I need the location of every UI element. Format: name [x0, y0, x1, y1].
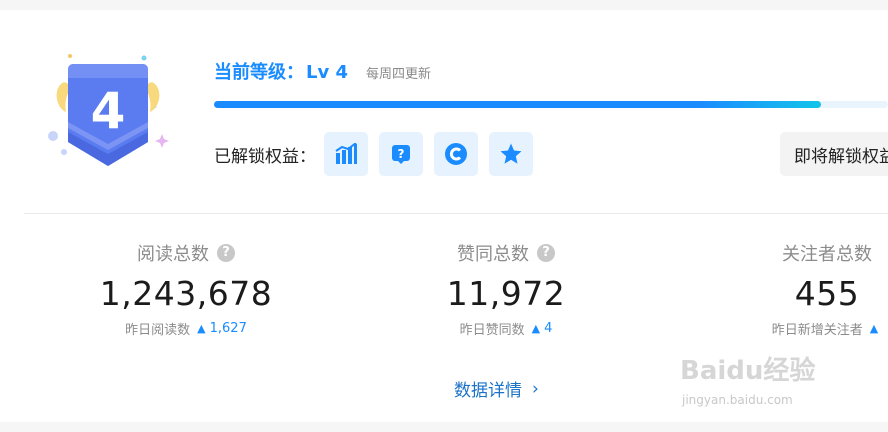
chart-icon — [335, 143, 357, 164]
stat-likes: 赞同总数 ? 11,972 昨日赞同数 ▲ 4 — [356, 240, 656, 338]
stat-delta: 4 — [544, 321, 553, 336]
stat-delta: 1,627 — [209, 321, 247, 336]
stat-label: 阅读总数 — [137, 244, 209, 265]
level-title: 当前等级： — [214, 62, 304, 83]
star-icon — [500, 143, 522, 164]
perk-star[interactable] — [489, 132, 533, 176]
help-icon[interactable]: ? — [537, 244, 555, 262]
stat-sub-label: 昨日赞同数 — [459, 323, 525, 338]
stat-sub-label: 昨日新增关注者 — [771, 323, 863, 338]
stat-sub-label: 昨日阅读数 — [125, 323, 191, 338]
svg-text:?: ? — [398, 147, 405, 161]
perk-question[interactable]: ? — [379, 132, 423, 176]
perk-chart[interactable] — [324, 132, 368, 176]
level-badge-icon: 4 — [48, 54, 169, 166]
level-value: Lv 4 — [306, 62, 348, 83]
level-progress-bar — [214, 101, 888, 108]
stat-label: 赞同总数 — [457, 244, 529, 265]
question-icon: ? — [392, 145, 410, 164]
stat-value: 455 — [794, 274, 860, 313]
level-row: 当前等级： Lv 4 每周四更新 — [214, 58, 431, 84]
chevron-right-icon: › — [532, 378, 539, 399]
creator-level-card: 4 当前等级： Lv 4 每周四更新 已解锁权益： ? 即将解锁权益 阅读总数 … — [0, 10, 888, 422]
unlocked-perks-label: 已解锁权益： — [214, 147, 316, 167]
perk-copyright[interactable] — [434, 132, 478, 176]
stat-value: 1,243,678 — [99, 274, 273, 313]
arrow-up-icon: ▲ — [869, 322, 879, 335]
data-details-link[interactable]: 数据详情 › — [454, 376, 539, 402]
stat-label: 关注者总数 — [782, 244, 872, 265]
arrow-up-icon: ▲ — [531, 322, 541, 335]
watermark-logo: Baidu经验 jingyan.baidu.com — [680, 356, 816, 407]
section-divider — [24, 213, 888, 214]
level-progress-fill — [214, 101, 821, 108]
copyright-icon — [445, 143, 467, 165]
badge-number: 4 — [91, 82, 126, 140]
stat-followers: 关注者总数 455 昨日新增关注者 ▲ — [677, 240, 888, 338]
arrow-up-icon: ▲ — [197, 322, 206, 335]
upcoming-perks-button[interactable]: 即将解锁权益 — [780, 132, 888, 176]
stat-value: 11,972 — [446, 274, 566, 313]
update-note: 每周四更新 — [366, 67, 432, 82]
stat-reads: 阅读总数 ? 1,243,678 昨日阅读数 ▲ 1,627 — [36, 240, 336, 338]
data-details-label: 数据详情 — [454, 381, 522, 401]
help-icon[interactable]: ? — [217, 244, 235, 262]
